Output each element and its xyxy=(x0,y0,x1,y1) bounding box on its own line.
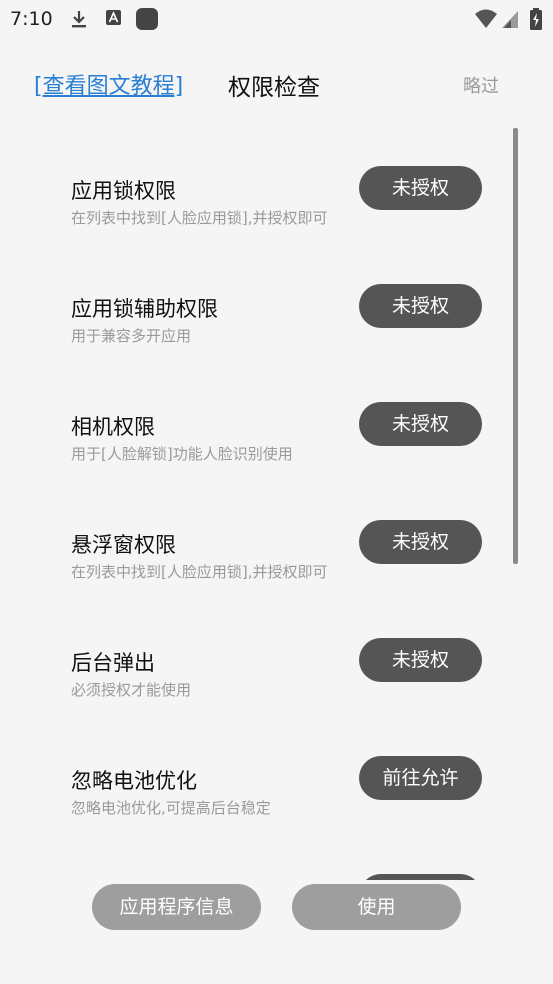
authorize-button[interactable]: 未授权 xyxy=(359,638,482,682)
authorize-button[interactable]: 未授权 xyxy=(359,520,482,564)
use-button[interactable]: 使用 xyxy=(292,884,461,930)
permission-desc: 忽略电池优化,可提高后台稳定 xyxy=(71,799,271,817)
permission-title: 后台弹出 xyxy=(71,651,155,675)
permission-title: 应用锁辅助权限 xyxy=(71,297,218,321)
app-info-button[interactable]: 应用程序信息 xyxy=(92,884,261,930)
permission-desc: 用于兼容多开应用 xyxy=(71,327,192,345)
permission-desc: 用于[人脸解锁]功能人脸识别使用 xyxy=(71,445,293,463)
permission-item-accessibility: 应用锁辅助权限 用于兼容多开应用 未授权 xyxy=(0,246,553,364)
permission-title: 忽略电池优化 xyxy=(71,769,197,793)
skip-button[interactable]: 略过 xyxy=(463,72,499,98)
battery-charging-icon xyxy=(528,8,544,30)
tutorial-link[interactable]: [查看图文教程] xyxy=(34,68,183,100)
authorize-button[interactable]: 未授权 xyxy=(359,166,482,210)
permission-item-app-lock: 应用锁权限 在列表中找到[人脸应用锁],并授权即可 未授权 xyxy=(0,128,553,246)
permission-item-background-popup: 后台弹出 必须授权才能使用 未授权 xyxy=(0,600,553,718)
authorize-button[interactable]: 未授权 xyxy=(359,402,482,446)
download-icon xyxy=(68,8,90,30)
permission-title: 悬浮窗权限 xyxy=(71,533,176,557)
permission-item-camera: 相机权限 用于[人脸解锁]功能人脸识别使用 未授权 xyxy=(0,364,553,482)
permission-desc: 在列表中找到[人脸应用锁],并授权即可 xyxy=(71,563,328,581)
status-time: 7:10 xyxy=(10,8,53,30)
authorize-button[interactable]: 未授权 xyxy=(359,284,482,328)
permission-desc: 必须授权才能使用 xyxy=(71,681,192,699)
permission-title: 相机权限 xyxy=(71,415,155,439)
font-icon xyxy=(104,8,126,30)
partial-button[interactable] xyxy=(359,874,482,880)
go-allow-button[interactable]: 前往允许 xyxy=(359,756,482,800)
permission-item-partial xyxy=(0,836,553,880)
permission-list[interactable]: 应用锁权限 在列表中找到[人脸应用锁],并授权即可 未授权 应用锁辅助权限 用于… xyxy=(0,128,553,880)
permission-item-overlay: 悬浮窗权限 在列表中找到[人脸应用锁],并授权即可 未授权 xyxy=(0,482,553,600)
app-square-icon xyxy=(136,8,158,30)
permission-desc: 在列表中找到[人脸应用锁],并授权即可 xyxy=(71,209,328,227)
page-title: 权限检查 xyxy=(228,75,320,101)
header: [查看图文教程] 权限检查 略过 xyxy=(0,58,553,108)
scrollbar[interactable] xyxy=(513,128,518,564)
permission-item-battery-optimization: 忽略电池优化 忽略电池优化,可提高后台稳定 前往允许 xyxy=(0,718,553,836)
signal-icon xyxy=(501,8,519,30)
wifi-icon xyxy=(474,8,498,30)
status-bar: 7:10 xyxy=(0,0,553,38)
permission-title: 应用锁权限 xyxy=(71,179,176,203)
